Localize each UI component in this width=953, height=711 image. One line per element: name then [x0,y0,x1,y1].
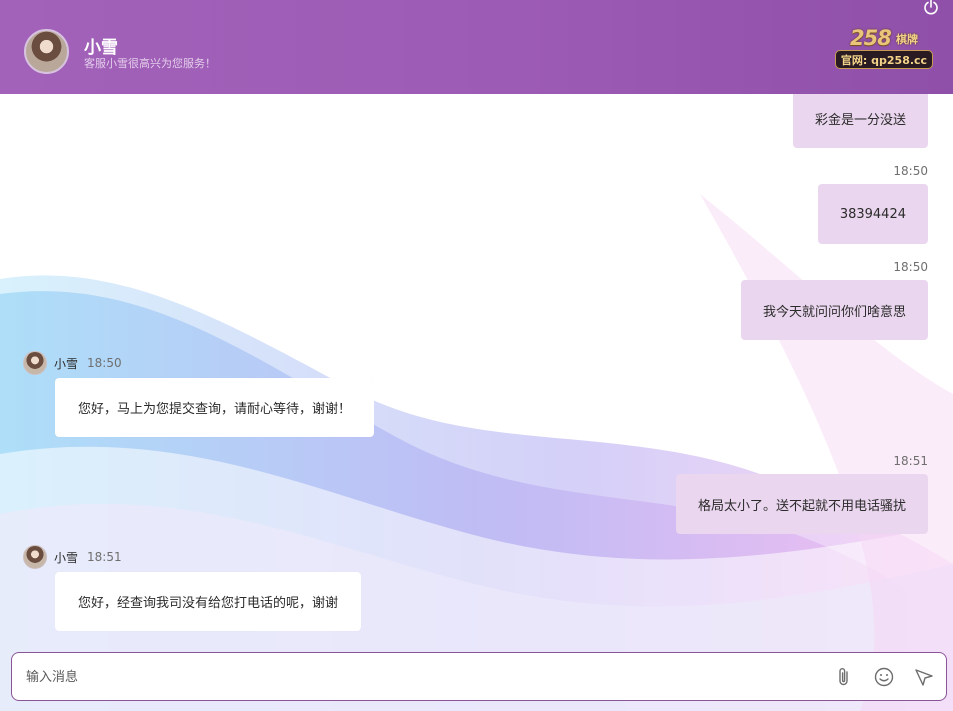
logo-brand: 棋牌 [896,33,918,46]
agent-subtitle: 客服小雪很高兴为您服务！ [84,57,216,70]
brand-logo: 258 棋牌 官网: qp258.cc [834,26,934,72]
paperclip-icon[interactable] [833,666,855,688]
message-composer [11,652,947,701]
message-input[interactable] [26,665,806,689]
message-bubble-sent: 38394424 [817,184,928,244]
message-time: 18:51 [87,550,122,564]
message-list: 彩金是一分没送 18:50 38394424 18:50 我今天就问问你们啥意思… [0,88,953,649]
logo-site: 官网: qp258.cc [835,50,933,69]
power-icon[interactable] [920,0,942,16]
logo-number: 258 [850,26,892,50]
message-bubble-sent: 我今天就问问你们啥意思 [740,280,928,340]
message-bubble-received: 您好，经查询我司没有给您打电话的呢，谢谢 [55,572,362,631]
message-bubble-received: 您好，马上为您提交查询，请耐心等待，谢谢！ [55,378,375,437]
chat-header: 小雪 客服小雪很高兴为您服务！ 258 棋牌 官网: qp258.cc [0,0,953,94]
message-bubble-sent: 彩金是一分没送 [792,88,928,148]
agent-avatar [24,29,69,74]
message-time: 18:50 [893,164,928,178]
message-time: 18:51 [893,454,928,468]
message-bubble-sent: 格局太小了。送不起就不用电话骚扰 [675,474,928,534]
agent-message-header: 小雪 18:51 [23,545,122,569]
smiley-icon[interactable] [873,666,895,688]
agent-avatar-small [23,351,47,375]
agent-avatar-small [23,545,47,569]
sender-name: 小雪 [54,550,79,565]
message-time: 18:50 [893,260,928,274]
send-icon[interactable] [913,666,935,688]
sender-name: 小雪 [54,356,79,371]
message-time: 18:50 [87,356,122,370]
agent-message-header: 小雪 18:50 [23,351,122,375]
